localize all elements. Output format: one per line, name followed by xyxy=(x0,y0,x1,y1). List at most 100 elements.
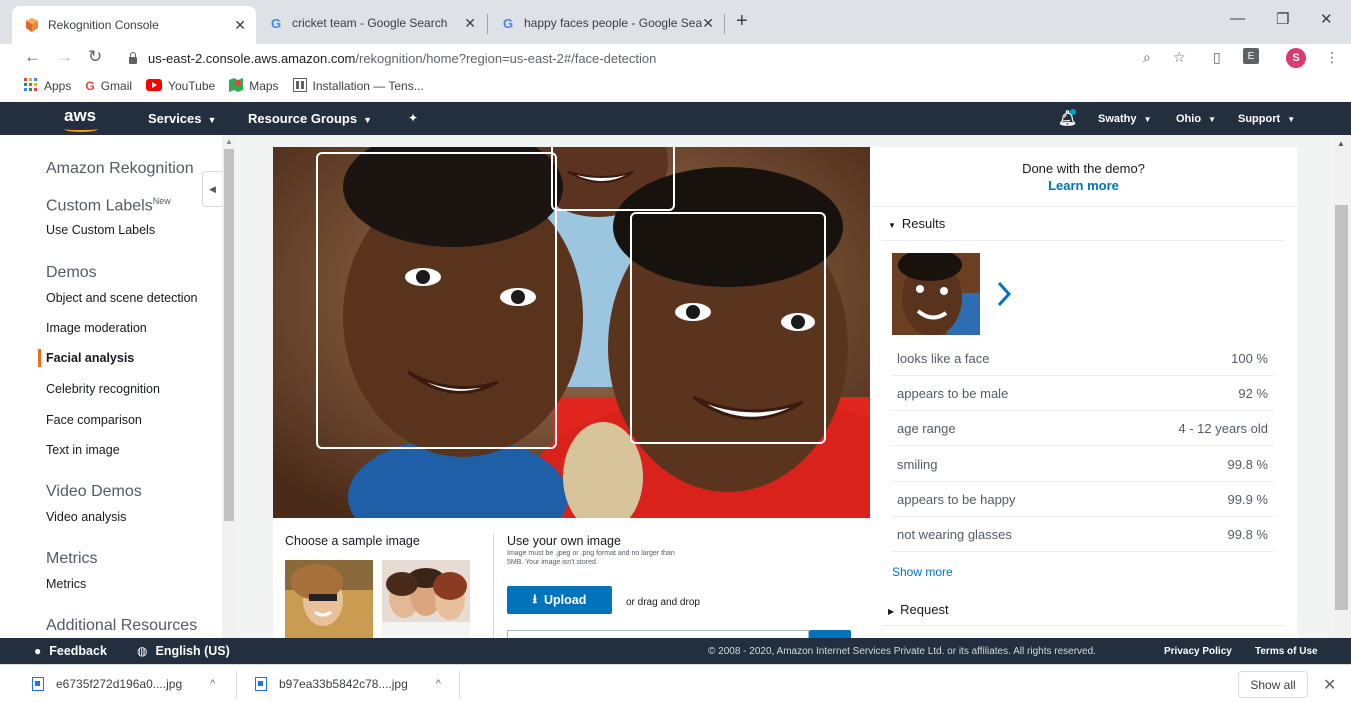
bookmark-youtube[interactable]: YouTube xyxy=(146,78,215,94)
new-tab-icon[interactable]: + xyxy=(736,10,748,33)
restore-icon[interactable]: ❐ xyxy=(1276,10,1289,28)
result-label: looks like a face xyxy=(897,350,990,366)
face-bounding-box[interactable] xyxy=(316,152,557,449)
download-filename: e6735f272d196a0....jpg xyxy=(56,677,183,691)
sidebar-item-image-moderation[interactable]: Image moderation xyxy=(46,321,147,335)
download-item[interactable]: b97ea33b5842c78....jpg ^ xyxy=(255,673,441,695)
upload-button[interactable]: ⭳ Upload xyxy=(507,586,612,614)
language-selector[interactable]: ◍ English (US) xyxy=(137,644,230,658)
sidebar-heading-custom-labels: Custom LabelsNew xyxy=(46,196,171,215)
tab-happy-faces[interactable]: G happy faces people - Google Sea ✕ xyxy=(488,8,724,38)
url-host: us-east-2.console.aws.amazon.com xyxy=(148,50,356,66)
request-section-toggle[interactable]: ▶ Request xyxy=(888,602,949,617)
privacy-policy-link[interactable]: Privacy Policy xyxy=(1164,646,1232,657)
zoom-icon[interactable]: ⌕ xyxy=(1143,49,1151,66)
scrollbar-thumb[interactable] xyxy=(224,149,234,521)
terms-of-use-link[interactable]: Terms of Use xyxy=(1255,646,1318,657)
aws-logo[interactable]: aws xyxy=(64,106,96,126)
address-bar[interactable]: us-east-2.console.aws.amazon.com/rekogni… xyxy=(118,45,1212,71)
sidebar-item-object-scene[interactable]: Object and scene detection xyxy=(46,291,198,305)
custom-labels-heading: Custom Labels xyxy=(46,197,153,215)
extension-e-icon[interactable]: E xyxy=(1243,48,1259,64)
face-bounding-box[interactable] xyxy=(551,147,675,211)
result-value: 99.9 % xyxy=(1227,491,1268,507)
reload-icon[interactable]: ↻ xyxy=(88,47,102,67)
window-close-icon[interactable]: ✕ xyxy=(1320,10,1333,28)
sidebar-item-facial-analysis[interactable]: Facial analysis xyxy=(46,351,134,365)
collapse-sidebar-button[interactable]: ◀ xyxy=(202,171,222,207)
resource-groups-menu[interactable]: Resource Groups ▼ xyxy=(248,111,372,126)
aws-smile-icon xyxy=(64,126,98,132)
language-label: English (US) xyxy=(155,644,230,658)
use-own-image-label: Use your own image xyxy=(507,534,621,548)
download-item[interactable]: e6735f272d196a0....jpg ^ xyxy=(32,673,215,695)
close-shelf-icon[interactable]: ✕ xyxy=(1323,675,1336,695)
user-name: Swathy xyxy=(1098,113,1137,125)
scroll-up-icon[interactable]: ▲ xyxy=(1337,139,1345,148)
bookmark-gmail[interactable]: G Gmail xyxy=(85,79,132,93)
profile-avatar[interactable]: S xyxy=(1286,48,1306,68)
show-more-link[interactable]: Show more xyxy=(892,565,953,579)
bookmark-installation[interactable]: Installation — Tens... xyxy=(292,77,424,95)
sidebar-heading-video-demos: Video Demos xyxy=(46,483,142,500)
aws-top-nav: aws Services ▼ Resource Groups ▼ ✦ 🔔︎ Swat… xyxy=(0,102,1351,135)
face-bounding-box[interactable] xyxy=(630,212,826,444)
detected-face-thumbnail[interactable] xyxy=(892,253,980,335)
region-menu[interactable]: Ohio ▼ xyxy=(1176,113,1216,125)
upload-icon: ⭳ xyxy=(532,591,538,606)
pin-icon[interactable]: ✦ xyxy=(408,111,418,125)
sample-image-1[interactable] xyxy=(285,560,373,640)
tab-cricket-team[interactable]: G cricket team - Google Search ✕ xyxy=(256,8,486,38)
support-menu[interactable]: Support ▼ xyxy=(1238,113,1295,125)
menu-kebab-icon[interactable]: ⋮ xyxy=(1325,49,1339,66)
learn-more-link[interactable]: Learn more xyxy=(870,178,1297,193)
forward-icon[interactable]: → xyxy=(56,47,73,67)
close-tab-icon[interactable]: ✕ xyxy=(702,15,714,32)
show-all-button[interactable]: Show all xyxy=(1238,671,1308,698)
page-scrollbar[interactable]: ▲ xyxy=(1333,135,1351,638)
bookmark-maps[interactable]: Maps xyxy=(229,77,279,95)
caret-left-icon: ◀ xyxy=(209,183,216,194)
feedback-button[interactable]: ● Feedback xyxy=(34,644,107,658)
bookmark-label: Apps xyxy=(44,79,72,93)
new-badge: New xyxy=(152,196,171,206)
upload-requirements-note: Image must be .jpeg or .png format and n… xyxy=(507,550,675,566)
user-menu[interactable]: Swathy ▼ xyxy=(1098,113,1152,125)
close-tab-icon[interactable]: ✕ xyxy=(234,17,246,34)
back-icon[interactable]: ← xyxy=(24,47,41,67)
bookmark-apps[interactable]: Apps xyxy=(24,77,72,95)
sample-image-2[interactable] xyxy=(382,560,470,640)
tab-title: happy faces people - Google Sea xyxy=(524,16,702,30)
google-icon: G xyxy=(85,79,95,93)
service-sidebar: Amazon Rekognition Custom LabelsNew Use … xyxy=(0,135,222,638)
download-separator xyxy=(236,671,237,699)
result-label: appears to be male xyxy=(897,385,1009,401)
sidebar-item-video-analysis[interactable]: Video analysis xyxy=(46,510,126,524)
bookmark-star-icon[interactable]: ☆ xyxy=(1173,49,1186,66)
extension-icon[interactable]: ▯ xyxy=(1213,49,1221,66)
tab-rekognition-console[interactable]: Rekognition Console ✕ xyxy=(12,6,256,44)
next-face-arrow-icon[interactable] xyxy=(996,281,1012,310)
scrollbar-thumb[interactable] xyxy=(1335,205,1348,610)
sidebar-item-metrics[interactable]: Metrics xyxy=(46,577,86,591)
upload-label: Upload xyxy=(544,593,587,607)
sidebar-item-face-comparison[interactable]: Face comparison xyxy=(46,413,142,427)
chevron-up-icon[interactable]: ^ xyxy=(436,678,441,690)
sidebar-item-use-custom-labels[interactable]: Use Custom Labels xyxy=(46,223,155,237)
sidebar-scrollbar[interactable]: ▲ xyxy=(222,135,236,638)
sidebar-heading-metrics: Metrics xyxy=(46,550,98,567)
sidebar-title[interactable]: Amazon Rekognition xyxy=(46,160,194,178)
tab-separator xyxy=(724,14,725,34)
results-section-toggle[interactable]: ▼ Results xyxy=(888,216,945,231)
close-tab-icon[interactable]: ✕ xyxy=(464,15,476,32)
sample-image-1-illustration xyxy=(285,560,373,640)
notification-bell-icon[interactable]: 🔔︎ xyxy=(1058,109,1077,127)
console-footer: ● Feedback ◍ English (US) © 2008 - 2020, A… xyxy=(0,638,1351,664)
scroll-up-icon[interactable]: ▲ xyxy=(225,137,233,146)
sidebar-item-celebrity-recognition[interactable]: Celebrity recognition xyxy=(46,382,160,396)
services-menu[interactable]: Services ▼ xyxy=(148,111,216,126)
services-label: Services xyxy=(148,111,202,126)
chevron-up-icon[interactable]: ^ xyxy=(210,678,215,690)
minimize-icon[interactable]: — xyxy=(1230,10,1245,27)
sidebar-item-text-in-image[interactable]: Text in image xyxy=(46,443,120,457)
